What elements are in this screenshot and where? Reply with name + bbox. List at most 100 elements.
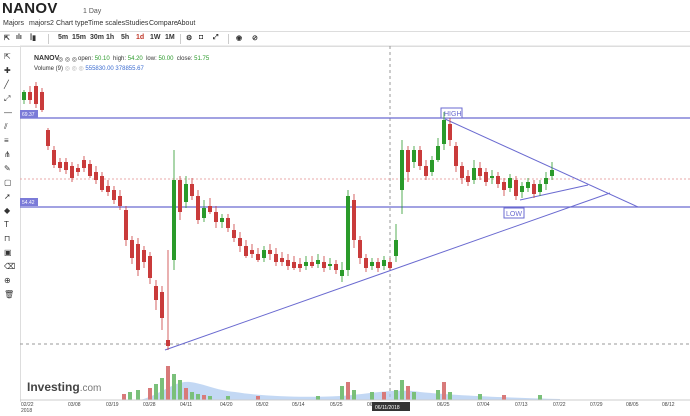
- candle-body: [262, 250, 266, 258]
- candle-body: [538, 184, 542, 192]
- volume-bar: [382, 392, 386, 400]
- candle-body: [478, 168, 482, 176]
- candle-body: [418, 150, 422, 166]
- volume-bar: [478, 394, 482, 400]
- candle-body: [178, 180, 182, 212]
- volume-label: Volume (9): [34, 66, 64, 72]
- candle-body: [148, 256, 152, 278]
- candle-body: [340, 270, 344, 276]
- candle-body: [160, 292, 164, 318]
- candle-body: [454, 146, 458, 166]
- candle-body: [382, 260, 386, 266]
- volume-bar: [148, 388, 152, 400]
- volume-bar: [442, 382, 446, 400]
- candle-body: [352, 200, 356, 240]
- candle-body: [22, 92, 26, 100]
- candle-body: [334, 264, 338, 270]
- candle-body: [364, 258, 368, 268]
- annotation-high[interactable]: HIGH: [444, 111, 462, 118]
- volume-values: 555830.00 378855.67: [85, 66, 144, 72]
- date-tick: 04/20: [220, 402, 233, 408]
- volume-bar: [154, 384, 158, 400]
- candle-body: [232, 230, 236, 238]
- low-label: low:: [146, 56, 157, 62]
- candle-body: [136, 244, 140, 270]
- investing-logo: Investing.com: [27, 380, 102, 394]
- volume-bar: [178, 380, 182, 400]
- candle-body: [124, 210, 128, 240]
- candle-body: [394, 240, 398, 256]
- date-ticks: 03/08 03/19 03/28 04/11 04/20 05/02 05/14 05/25…: [68, 402, 675, 408]
- candle-body: [508, 178, 512, 188]
- date-tick: 04/11: [180, 402, 192, 408]
- volume-bar: [412, 392, 416, 400]
- candle-body: [298, 264, 302, 268]
- candle-body: [304, 262, 308, 266]
- candle-body: [70, 166, 74, 178]
- candle-body: [406, 150, 410, 172]
- date-tick: 07/04: [477, 402, 490, 408]
- candle-body: [46, 130, 50, 146]
- date-tick: 03/28: [143, 402, 156, 408]
- candle-body: [220, 218, 224, 222]
- close-label: close:: [176, 56, 193, 62]
- candle-body: [184, 184, 188, 202]
- candle-body: [460, 166, 464, 178]
- candle-body: [154, 286, 158, 300]
- volume-bar: [160, 378, 164, 400]
- candle-body: [502, 182, 506, 190]
- volume-bar: [190, 392, 194, 400]
- volume-bar: [538, 395, 542, 400]
- volume-bar: [352, 390, 356, 400]
- candle-body: [280, 258, 284, 262]
- trendline-lower[interactable]: [164, 192, 611, 351]
- trendline-short[interactable]: [519, 184, 589, 201]
- candle-body: [544, 178, 548, 184]
- legend-volume: Volume (9) ◎ ◎ ◎ 555830.00 378855.67: [34, 65, 144, 72]
- candle-body: [64, 162, 68, 170]
- volume-bar: [128, 392, 132, 400]
- volume-bar: [208, 396, 212, 400]
- candle-body: [40, 92, 44, 110]
- volume-bar: [166, 366, 170, 400]
- candle-body: [100, 176, 104, 190]
- candle-body: [256, 254, 260, 260]
- candle-body: [370, 262, 374, 266]
- volume-bar: [136, 390, 140, 400]
- candle-body: [268, 250, 272, 254]
- candle-body: [244, 246, 248, 256]
- candle-body: [28, 92, 32, 100]
- candle-body: [208, 206, 212, 212]
- volume-bar: [256, 396, 260, 400]
- date-tick: 07/29: [590, 402, 603, 408]
- price-tag-low: 54.42: [22, 200, 35, 206]
- close-value: 51.75: [194, 56, 210, 62]
- candle-body: [130, 240, 134, 258]
- candle-body: [196, 196, 200, 220]
- candle-body: [430, 160, 434, 172]
- volume-series: [122, 366, 560, 400]
- high-label: high:: [113, 56, 127, 62]
- price-chart[interactable]: 69.37 54.42 HIGH LOW 02/22 2018 03/08 03/…: [0, 0, 690, 416]
- candle-body: [412, 150, 416, 162]
- candlestick-series: [22, 82, 554, 350]
- annotation-low[interactable]: LOW: [506, 211, 522, 218]
- candle-body: [58, 162, 62, 168]
- candle-body: [328, 264, 332, 266]
- candle-body: [292, 262, 296, 268]
- candle-body: [466, 176, 470, 182]
- low-value: 50.00: [158, 56, 174, 62]
- date-tick: 07/22: [553, 402, 566, 408]
- candle-body: [316, 260, 320, 264]
- date-tick: 05/14: [292, 402, 305, 408]
- date-tick: 07/13: [515, 402, 528, 408]
- candle-body: [376, 262, 380, 268]
- candle-body: [490, 176, 494, 178]
- candle-body: [496, 176, 500, 184]
- volume-bar: [340, 386, 344, 400]
- candle-body: [226, 218, 230, 228]
- volume-bar: [400, 380, 404, 400]
- date-tick: 05/25: [330, 402, 343, 408]
- candle-body: [358, 240, 362, 258]
- candle-body: [172, 180, 176, 260]
